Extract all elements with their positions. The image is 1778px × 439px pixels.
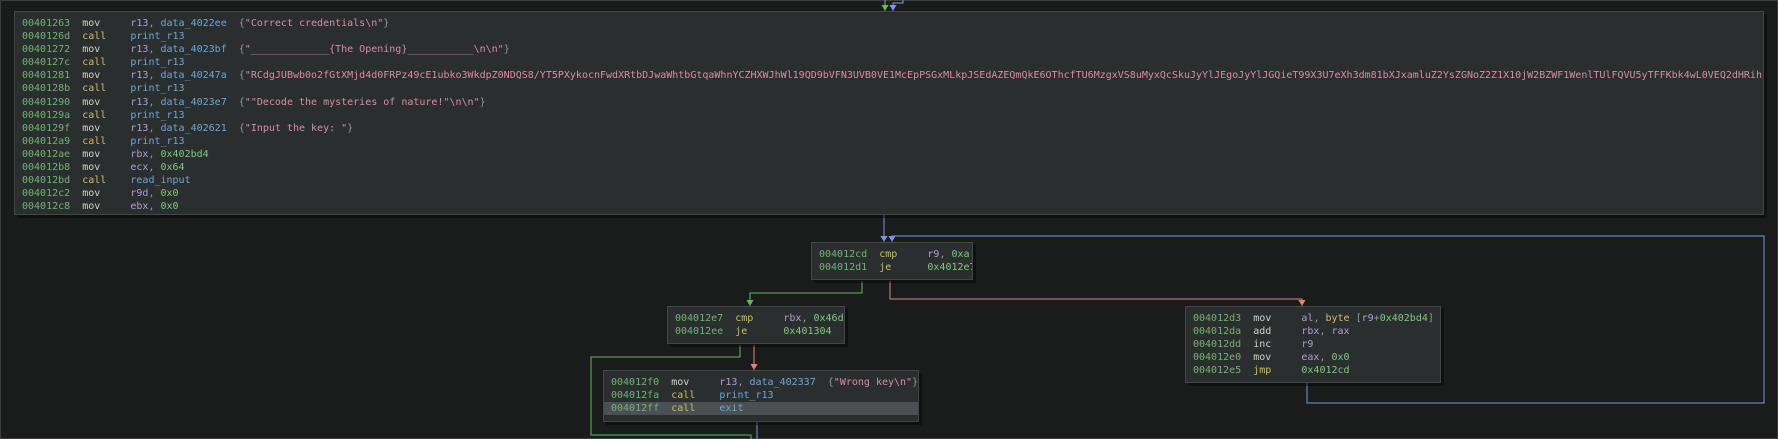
edge-true-to-keycheck [750,281,862,306]
instruction-row[interactable]: 004012a9 call print_r13 [15,135,1763,148]
instruction-row[interactable]: 004012b8 mov ecx, 0x64 [15,161,1763,174]
basic-block-004012e7[interactable]: 004012e7 cmp rbx, 0x46d004012ee je 0x401… [667,306,845,344]
instruction-row[interactable]: 004012dd inc r9 [1186,338,1440,351]
edge-false-to-loop-body [890,281,1302,306]
instruction-row[interactable]: 004012fa call print_r13 [604,389,918,402]
instruction-row[interactable]: 004012c8 mov ebx, 0x0 [15,200,1763,213]
instruction-row[interactable]: 00401281 mov r13, data_40247a {"RCdgJUBw… [15,69,1763,82]
instruction-row[interactable]: 00401263 mov r13, data_4022ee {"Correct … [15,17,1763,30]
basic-block-004012cd[interactable]: 004012cd cmp r9, 0xa004012d1 je 0x4012e7 [811,242,973,280]
instruction-row[interactable]: 004012ee je 0x401304 [668,325,844,338]
instruction-row-selected[interactable]: 004012ff call exit [604,402,918,415]
basic-block-004012f0[interactable]: 004012f0 mov r13, data_402337 {"Wrong ke… [603,370,919,422]
instruction-row[interactable]: 00401290 mov r13, data_4023e7 {""Decode … [15,96,1763,109]
instruction-row[interactable]: 0040129f mov r13, data_402621 {"Input th… [15,122,1763,135]
basic-block-00401263[interactable]: 00401263 mov r13, data_4022ee {"Correct … [14,11,1764,215]
instruction-row[interactable]: 004012e5 jmp 0x4012cd [1186,364,1440,377]
instruction-row[interactable]: 0040128b call print_r13 [15,82,1763,95]
instruction-row[interactable]: 004012e0 mov eax, 0x0 [1186,351,1440,364]
instruction-row[interactable]: 004012d3 mov al, byte [r9+0x402bd4] [1186,312,1440,325]
instruction-row[interactable]: 00401272 mov r13, data_4023bf {"________… [15,43,1763,56]
instruction-row[interactable]: 004012da add rbx, rax [1186,325,1440,338]
instruction-row[interactable]: 004012cd cmp r9, 0xa [812,248,972,261]
instruction-row[interactable]: 0040126d call print_r13 [15,30,1763,43]
instruction-row[interactable]: 004012ae mov rbx, 0x402bd4 [15,148,1763,161]
instruction-row[interactable]: 004012bd call read_input [15,174,1763,187]
graph-canvas[interactable]: 00401263 mov r13, data_4022ee {"Correct … [0,0,1778,439]
instruction-row[interactable]: 0040127c call print_r13 [15,56,1763,69]
instruction-row[interactable]: 004012e7 cmp rbx, 0x46d [668,312,844,325]
basic-block-004012d3[interactable]: 004012d3 mov al, byte [r9+0x402bd4]00401… [1185,306,1441,383]
instruction-row[interactable]: 004012f0 mov r13, data_402337 {"Wrong ke… [604,376,918,389]
instruction-row[interactable]: 004012d1 je 0x4012e7 [812,261,972,274]
instruction-row[interactable]: 0040129a call print_r13 [15,109,1763,122]
instruction-row[interactable]: 004012c2 mov r9d, 0x0 [15,187,1763,200]
